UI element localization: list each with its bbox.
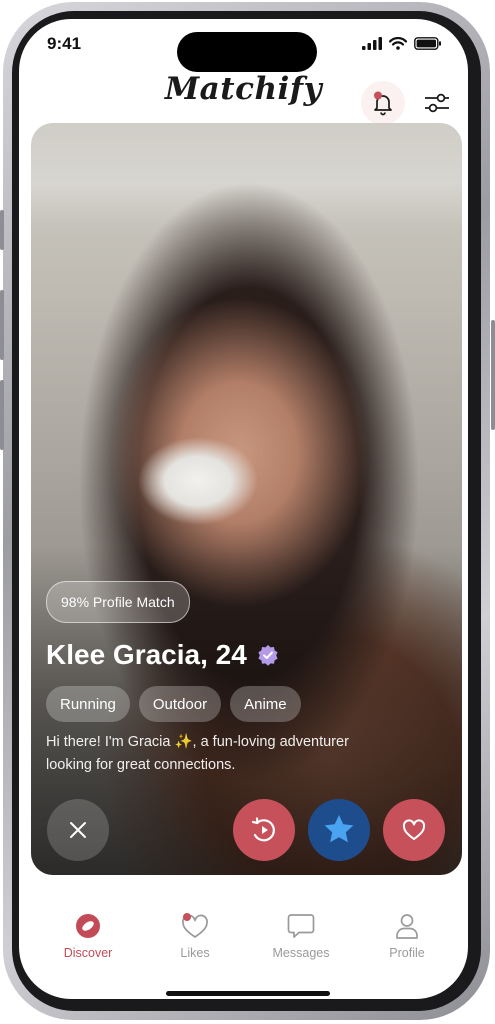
nav-discover-label: Discover [63,946,113,960]
mute-switch [0,210,4,250]
verified-badge-icon [258,645,278,666]
nav-discover[interactable]: Discover [43,912,133,960]
undo-icon [251,817,275,842]
filter-icon [425,93,449,113]
profile-match-badge: 98% Profile Match [46,581,190,623]
bell-icon [374,91,392,116]
notifications-button[interactable] [361,81,405,125]
power-button [491,320,495,430]
tag-outdoor: Outdoor [138,686,222,722]
tag-running: Running [46,686,130,722]
home-indicator[interactable] [166,991,330,996]
star-icon [324,815,354,843]
profile-card[interactable]: 98% Profile Match Klee Gracia, 24 Runnin… [31,123,462,875]
likes-icon [182,913,208,938]
name-row: Klee Gracia, 24 [46,639,279,671]
filter-button[interactable] [415,81,459,125]
battery-icon [414,37,441,50]
nav-likes-label: Likes [180,946,210,960]
status-icons [362,37,442,50]
signal-icon [362,37,382,50]
nav-profile-label: Profile [389,946,425,960]
nav-messages-label: Messages [272,946,330,960]
interest-tags: Running Outdoor Anime [46,686,301,722]
tag-anime: Anime [230,686,301,722]
dislike-button[interactable] [47,799,109,861]
dynamic-island [177,32,317,72]
nav-likes[interactable]: Likes [150,912,240,960]
profile-icon [396,914,418,939]
messages-icon [287,914,315,938]
super-like-button[interactable] [308,799,370,861]
volume-up-button [0,290,4,360]
undo-button[interactable] [233,799,295,861]
bottom-nav: Discover Likes Messages Profile [19,912,468,972]
nav-messages[interactable]: Messages [256,912,346,960]
discover-icon [76,914,100,938]
wifi-icon [389,37,407,50]
nav-profile[interactable]: Profile [362,912,452,960]
profile-bio: Hi there! I'm Gracia ✨, a fun-loving adv… [46,734,349,773]
profile-name: Klee Gracia, 24 [46,639,247,670]
volume-down-button [0,380,4,450]
status-time: 9:41 [47,34,82,53]
close-icon [70,822,86,838]
screen: 9:41 Matchify 98% Profile Match Klee Gra… [19,19,468,999]
heart-icon [402,819,426,840]
like-button[interactable] [383,799,445,861]
